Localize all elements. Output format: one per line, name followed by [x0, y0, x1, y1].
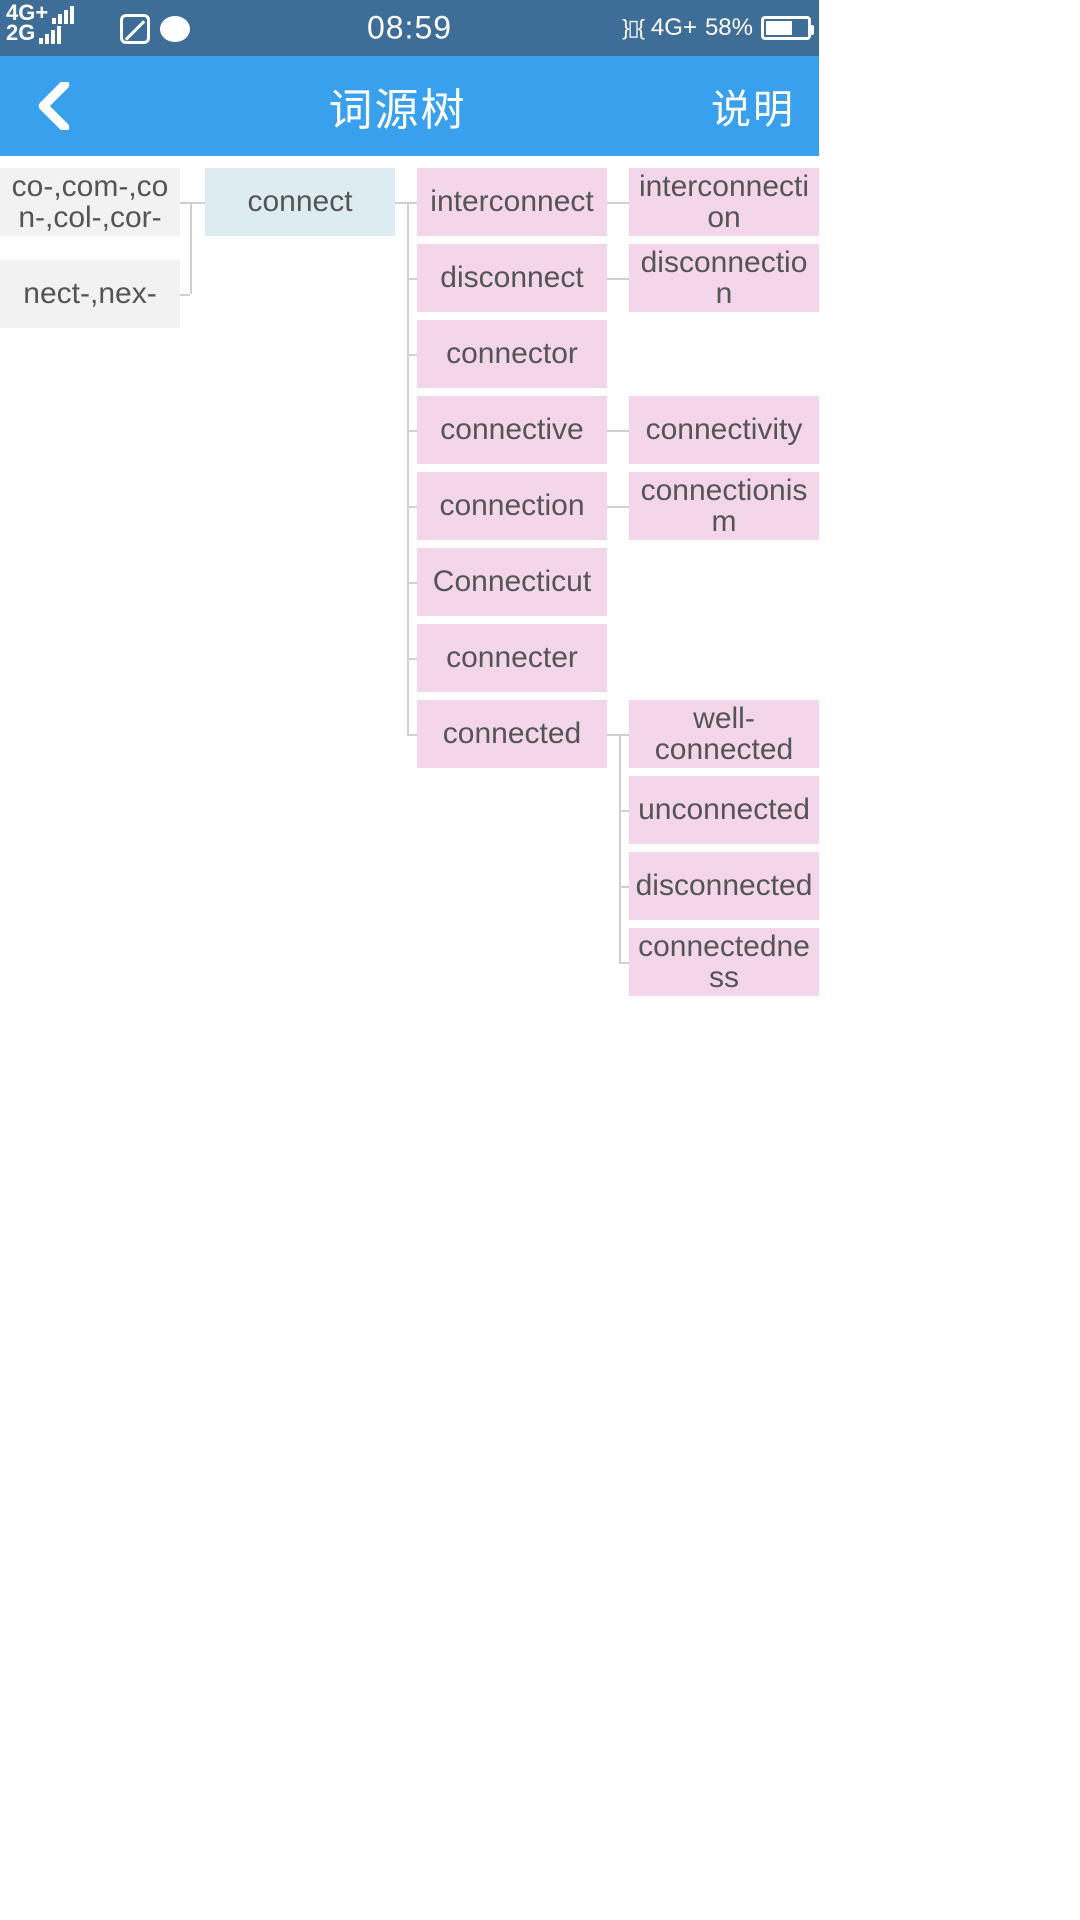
tree-connector	[190, 202, 192, 294]
tree-node[interactable]: disconnection	[629, 244, 819, 312]
back-button[interactable]	[24, 76, 84, 136]
tree-root-stem[interactable]: nect-,nex-	[0, 260, 180, 328]
network-right-label: 4G+	[651, 14, 697, 42]
tree-node[interactable]: interconnection	[629, 168, 819, 236]
tree-connector	[619, 278, 629, 280]
tree-connector	[619, 734, 621, 962]
tree-node[interactable]: connected	[417, 700, 607, 768]
tree-connector	[607, 202, 619, 204]
tree-connector	[180, 202, 190, 204]
battery-pct: 58%	[705, 14, 753, 42]
tree-connector	[607, 734, 619, 736]
tree-node[interactable]: connectionism	[629, 472, 819, 540]
network-2-label: 2G	[6, 22, 35, 44]
help-button[interactable]: 说明	[711, 77, 795, 135]
signal-bars-icon	[39, 24, 61, 44]
chat-icon	[160, 16, 190, 42]
tree-connector	[619, 506, 629, 508]
tree-node[interactable]: unconnected	[629, 776, 819, 844]
tree-node[interactable]: connecter	[417, 624, 607, 692]
tree-connector	[407, 734, 417, 736]
tree-connector	[607, 430, 619, 432]
tree-connector	[619, 202, 629, 204]
tree-node[interactable]: well-connected	[629, 700, 819, 768]
tree-node[interactable]: Connecticut	[417, 548, 607, 616]
tree-connector	[407, 202, 409, 734]
status-network-left: 4G+ 2G	[6, 2, 74, 44]
tree-node[interactable]: connectivity	[629, 396, 819, 464]
status-time: 08:59	[367, 10, 452, 47]
tree-node[interactable]: interconnect	[417, 168, 607, 236]
tree-node[interactable]: disconnect	[417, 244, 607, 312]
tree-node[interactable]: connector	[417, 320, 607, 388]
etymology-tree[interactable]: co-,com-,con-,col-,cor-nect-,nex-connect…	[0, 156, 819, 1456]
tree-connector	[619, 962, 629, 964]
tree-connector	[607, 506, 619, 508]
chevron-left-icon	[36, 82, 72, 130]
tree-node[interactable]: connectedness	[629, 928, 819, 996]
tree-node[interactable]: disconnected	[629, 852, 819, 920]
tree-node[interactable]: connection	[417, 472, 607, 540]
status-bar: 4G+ 2G 08:59 }▯{ 4G+ 58%	[0, 0, 819, 56]
tree-node[interactable]: connective	[417, 396, 607, 464]
tree-connector	[180, 294, 190, 296]
dnd-icon	[120, 14, 150, 44]
tree-connector	[190, 202, 200, 204]
tree-main-word[interactable]: connect	[205, 168, 395, 236]
tree-connector	[607, 278, 619, 280]
vibrate-icon: }▯{	[622, 15, 643, 41]
signal-bars-icon	[52, 4, 74, 24]
tree-root-prefix[interactable]: co-,com-,con-,col-,cor-	[0, 168, 180, 236]
app-header: 词源树 说明	[0, 56, 819, 156]
page-title: 词源树	[329, 74, 467, 138]
battery-icon	[761, 16, 811, 40]
tree-connector	[395, 202, 407, 204]
tree-connector	[619, 430, 629, 432]
